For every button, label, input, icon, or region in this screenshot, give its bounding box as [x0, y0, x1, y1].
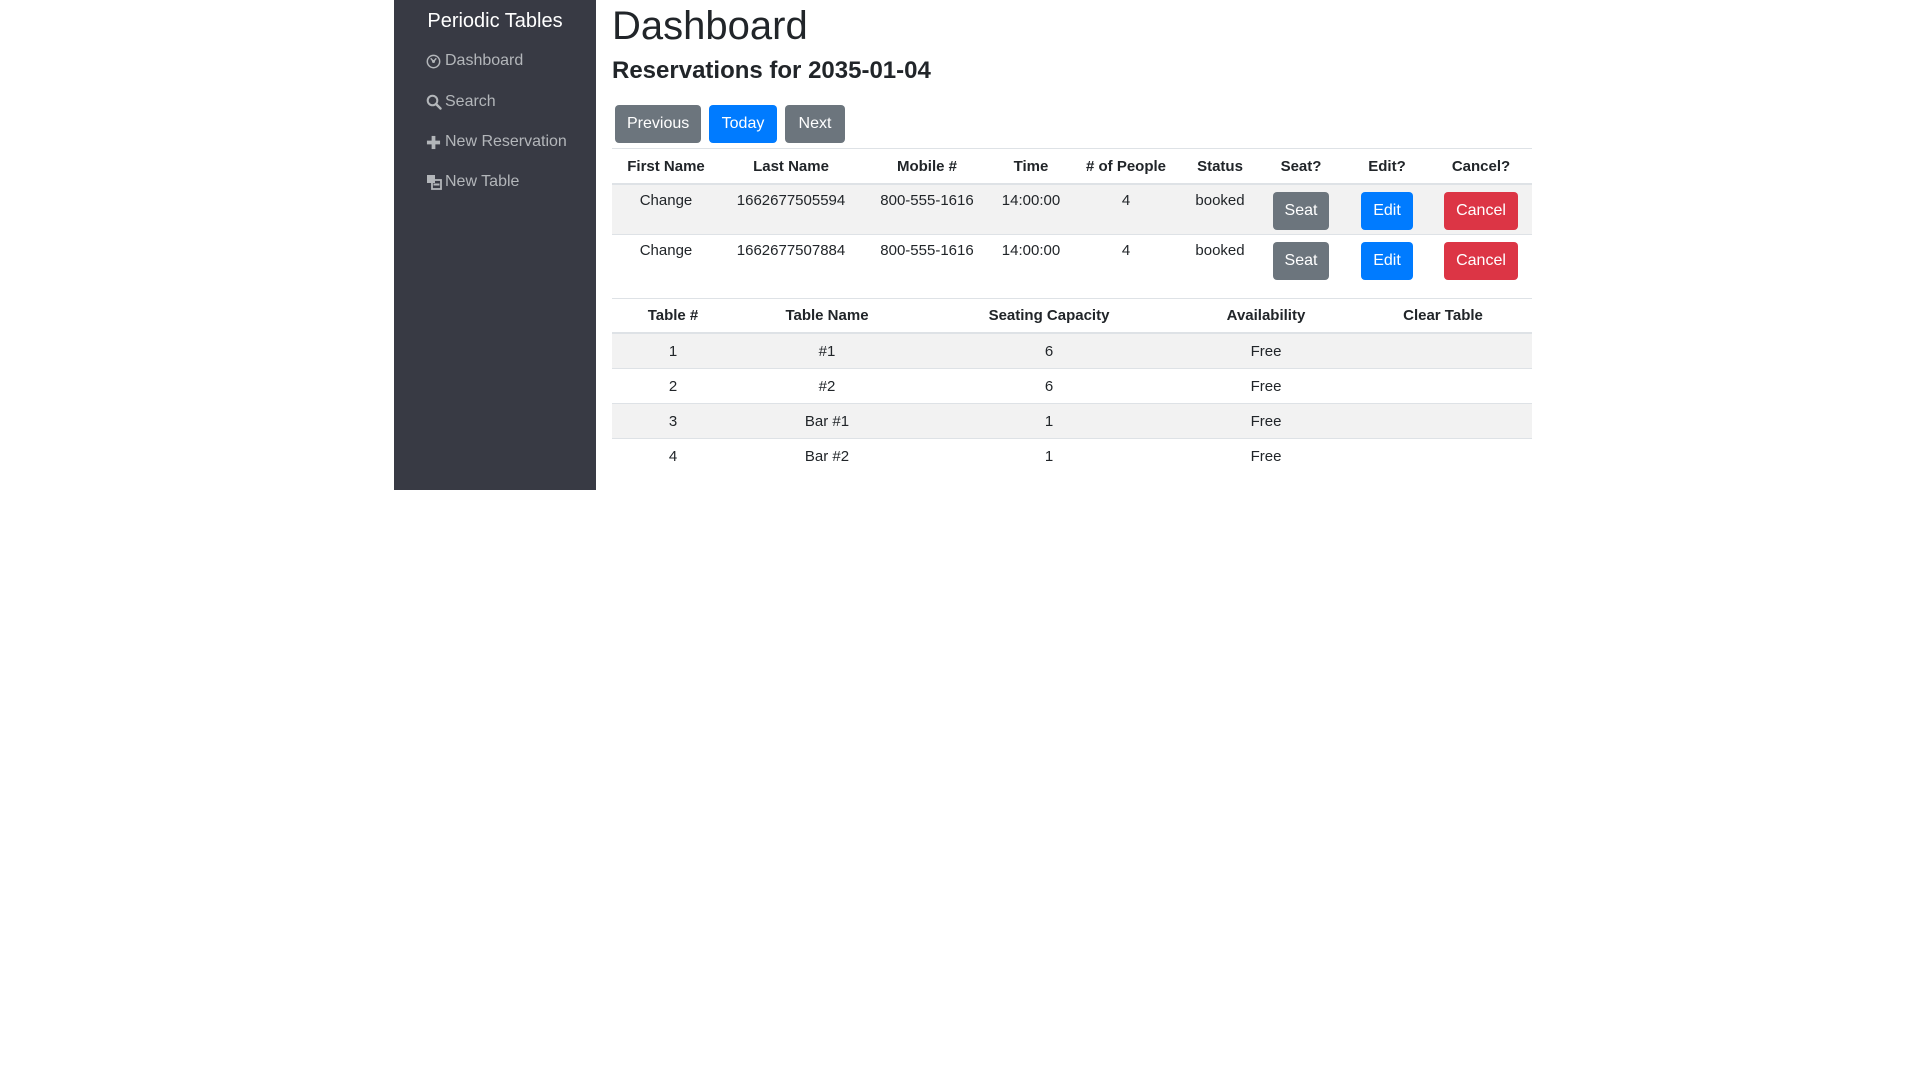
column-header: Edit? — [1344, 148, 1430, 185]
tables-table: Table # Table Name Seating Capacity Avai… — [612, 298, 1532, 473]
cancel-cell: Cancel — [1430, 183, 1532, 235]
column-header: Status — [1182, 148, 1258, 185]
availability-cell: Free — [1178, 368, 1354, 404]
status-cell: booked — [1182, 183, 1258, 235]
reservations-date-heading: Reservations for 2035-01-04 — [612, 57, 931, 84]
sidebar-item-search[interactable]: Search — [425, 90, 496, 114]
seat-cell: Seat — [1258, 234, 1344, 284]
capacity-cell: 1 — [920, 403, 1178, 439]
sidebar-item-label: New Table — [445, 173, 520, 190]
table-number-cell: 4 — [612, 438, 734, 473]
today-button[interactable]: Today — [709, 105, 777, 143]
cancel-cell: Cancel — [1430, 234, 1532, 284]
sidebar-item-new-table[interactable]: New Table — [425, 170, 519, 194]
clear-table-cell — [1354, 332, 1532, 369]
last-name-cell: 1662677505594 — [720, 183, 862, 235]
table-number-cell: 2 — [612, 368, 734, 404]
column-header: Availability — [1178, 298, 1354, 334]
edit-cell: Edit — [1344, 183, 1430, 235]
people-cell: 4 — [1070, 183, 1182, 235]
edit-button[interactable]: Edit — [1361, 242, 1413, 280]
cancel-button[interactable]: Cancel — [1444, 242, 1518, 280]
seat-button[interactable]: Seat — [1272, 242, 1330, 280]
seat-button[interactable]: Seat — [1272, 192, 1330, 230]
mobile-cell: 800-555-1616 — [862, 183, 992, 235]
cancel-button[interactable]: Cancel — [1444, 192, 1518, 230]
availability-cell: Free — [1178, 332, 1354, 369]
table-name-cell: Bar #2 — [734, 438, 920, 473]
time-cell: 14:00:00 — [992, 234, 1070, 284]
previous-button[interactable]: Previous — [615, 105, 701, 143]
table-row: 4 Bar #2 1 Free — [612, 438, 1532, 473]
sidebar-item-dashboard[interactable]: Dashboard — [425, 49, 523, 73]
reservation-row: Change 1662677507884 800-555-1616 14:00:… — [612, 234, 1532, 284]
reservations-header-row: First Name Last Name Mobile # Time # of … — [612, 148, 1532, 185]
table-number-cell: 1 — [612, 332, 734, 369]
table-name-cell: Bar #1 — [734, 403, 920, 439]
page-title: Dashboard — [612, 4, 808, 48]
column-header: Seating Capacity — [920, 298, 1178, 334]
reservation-row: Change 1662677505594 800-555-1616 14:00:… — [612, 183, 1532, 235]
first-name-cell: Change — [612, 183, 720, 235]
next-button[interactable]: Next — [785, 105, 845, 143]
clear-table-cell — [1354, 368, 1532, 404]
brand-title[interactable]: Periodic Tables — [394, 9, 596, 33]
clear-table-cell — [1354, 438, 1532, 473]
table-name-cell: #2 — [734, 368, 920, 404]
sidebar-item-new-reservation[interactable]: New Reservation — [425, 130, 567, 154]
mobile-cell: 800-555-1616 — [862, 234, 992, 284]
last-name-cell: 1662677507884 — [720, 234, 862, 284]
reservations-table: First Name Last Name Mobile # Time # of … — [612, 148, 1532, 284]
seat-cell: Seat — [1258, 183, 1344, 235]
table-row: 3 Bar #1 1 Free — [612, 403, 1532, 439]
sidebar: Periodic Tables Dashboard Search New Res… — [394, 0, 596, 490]
edit-button[interactable]: Edit — [1361, 192, 1413, 230]
capacity-cell: 1 — [920, 438, 1178, 473]
edit-cell: Edit — [1344, 234, 1430, 284]
column-header: Cancel? — [1430, 148, 1532, 185]
sidebar-item-label: New Reservation — [445, 133, 567, 150]
capacity-cell: 6 — [920, 368, 1178, 404]
column-header: Last Name — [720, 148, 862, 185]
capacity-cell: 6 — [920, 332, 1178, 369]
table-number-cell: 3 — [612, 403, 734, 439]
sidebar-item-label: Search — [445, 93, 496, 110]
time-cell: 14:00:00 — [992, 183, 1070, 235]
status-cell: booked — [1182, 234, 1258, 284]
column-header: Mobile # — [862, 148, 992, 185]
plus-icon — [425, 134, 442, 151]
column-header: Seat? — [1258, 148, 1344, 185]
table-row: 2 #2 6 Free — [612, 368, 1532, 404]
column-header: Time — [992, 148, 1070, 185]
availability-cell: Free — [1178, 438, 1354, 473]
clear-table-cell — [1354, 403, 1532, 439]
column-header: First Name — [612, 148, 720, 185]
column-header: Clear Table — [1354, 298, 1532, 334]
dashboard-icon — [425, 53, 442, 70]
availability-cell: Free — [1178, 403, 1354, 439]
table-name-cell: #1 — [734, 332, 920, 369]
column-header: # of People — [1070, 148, 1182, 185]
search-icon — [425, 94, 442, 111]
table-row: 1 #1 6 Free — [612, 332, 1532, 369]
tables-header-row: Table # Table Name Seating Capacity Avai… — [612, 298, 1532, 334]
column-header: Table Name — [734, 298, 920, 334]
first-name-cell: Change — [612, 234, 720, 284]
people-cell: 4 — [1070, 234, 1182, 284]
column-header: Table # — [612, 298, 734, 334]
sidebar-item-label: Dashboard — [445, 52, 524, 69]
layers-icon — [425, 174, 442, 191]
